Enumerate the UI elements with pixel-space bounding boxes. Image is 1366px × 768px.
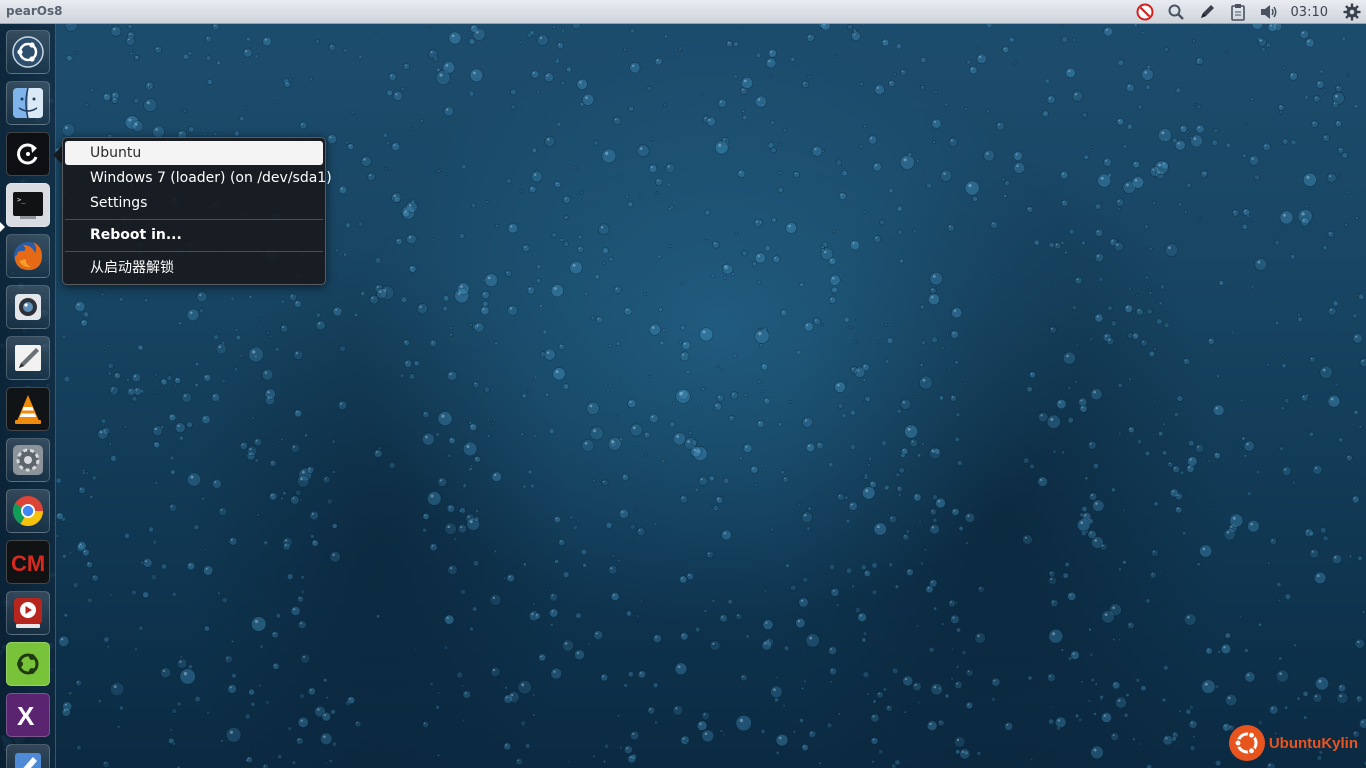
quicklist-item-reboot-in[interactable]: Reboot in... (65, 223, 323, 247)
no-entry-icon[interactable] (1130, 0, 1161, 24)
ubuntukylin-logo-icon (1228, 725, 1265, 761)
launcher: >_ CM X (0, 24, 56, 768)
vlc-icon[interactable] (6, 387, 50, 431)
mail-app-icon[interactable] (6, 744, 50, 768)
chrome-icon[interactable] (6, 489, 50, 533)
quicklist-item-settings[interactable]: Settings (65, 191, 323, 215)
firefox-icon[interactable] (6, 234, 50, 278)
quicklist-separator (65, 219, 323, 220)
clock[interactable]: 03:10 (1285, 5, 1338, 20)
terminal-icon[interactable]: >_ (6, 183, 50, 227)
quicklist-item-windows7[interactable]: Windows 7 (loader) (on /dev/sda1) (65, 166, 332, 190)
quicklist-item-unlock-from-launcher[interactable]: 从启动器解锁 (65, 256, 323, 280)
water-drops (0, 18, 1366, 768)
reboot-launcher-icon[interactable] (6, 132, 50, 176)
top-panel: pearOs8 03:10 (0, 0, 1366, 24)
quicklist-separator (65, 251, 323, 252)
ubuntu-dash-icon[interactable] (6, 30, 50, 74)
active-indicator (0, 222, 5, 232)
desktop-wallpaper (0, 0, 1366, 768)
svg-text:X: X (17, 701, 35, 731)
watermark-text: UbuntuKylin (1268, 734, 1358, 752)
gear-icon[interactable] (1338, 0, 1366, 24)
quicklist-arrow (53, 146, 62, 164)
search-icon[interactable] (1161, 0, 1192, 24)
quicklist-item-ubuntu[interactable]: Ubuntu (65, 141, 323, 165)
finder-icon[interactable] (6, 81, 50, 125)
system-settings-icon[interactable] (6, 438, 50, 482)
svg-text:CM: CM (11, 551, 45, 576)
ubuntukylin-watermark: UbuntuKylin (1228, 724, 1358, 762)
app-title: pearOs8 (6, 4, 63, 18)
media-player-icon[interactable] (6, 591, 50, 635)
indicator-tray: 03:10 (1130, 0, 1366, 24)
software-center-icon[interactable] (6, 642, 50, 686)
svg-text:>_: >_ (17, 196, 26, 204)
cm-icon[interactable]: CM (6, 540, 50, 584)
volume-icon[interactable] (1254, 0, 1285, 24)
clipboard-icon[interactable] (1223, 0, 1254, 24)
webcam-icon[interactable] (6, 285, 50, 329)
reboot-quicklist: Ubuntu Windows 7 (loader) (on /dev/sda1)… (62, 137, 332, 285)
x-app-icon[interactable]: X (6, 693, 50, 737)
text-editor-icon[interactable] (6, 336, 50, 380)
pen-icon[interactable] (1192, 0, 1223, 24)
